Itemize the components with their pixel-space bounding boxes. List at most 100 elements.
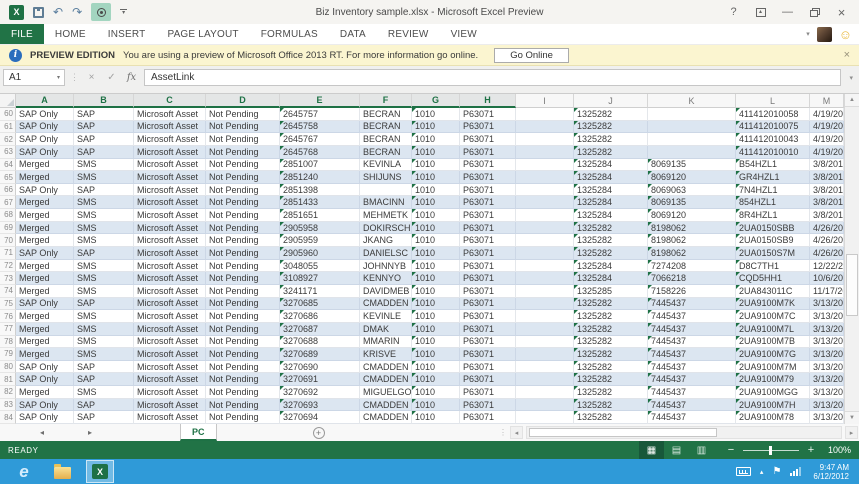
cell-E74[interactable]: 3241171 [280,285,360,298]
cell-F73[interactable]: KENNYO [360,272,412,285]
cell-A60[interactable]: SAP Only [16,108,74,121]
cell-K69[interactable]: 8198062 [648,222,736,235]
cell-M72[interactable]: 12/22/20 [810,260,844,273]
cell-F80[interactable]: CMADDEN [360,361,412,374]
cell-G74[interactable]: 1010 [412,285,460,298]
row-header-79[interactable]: 79 [0,348,16,361]
cell-M73[interactable]: 10/6/200 [810,272,844,285]
cell-M61[interactable]: 4/19/201 [810,121,844,134]
cell-E67[interactable]: 2851433 [280,196,360,209]
ribbon-display-options-icon[interactable]: ▴ [747,2,774,23]
cell-J66[interactable]: 1325284 [574,184,648,197]
cell-E63[interactable]: 2645768 [280,146,360,159]
cell-F70[interactable]: JKANG [360,234,412,247]
cell-D76[interactable]: Not Pending [206,310,280,323]
cell-I77[interactable] [516,323,574,336]
cell-J74[interactable]: 1325285 [574,285,648,298]
row-header-78[interactable]: 78 [0,336,16,349]
cell-J72[interactable]: 1325284 [574,260,648,273]
column-header-J[interactable]: J [574,94,648,108]
cell-M67[interactable]: 3/8/2010 [810,196,844,209]
cell-B66[interactable]: SAP [74,184,134,197]
cell-C67[interactable]: Microsoft Asset [134,196,206,209]
cell-I74[interactable] [516,285,574,298]
cell-C65[interactable]: Microsoft Asset [134,171,206,184]
cell-C80[interactable]: Microsoft Asset [134,361,206,374]
cell-E80[interactable]: 3270690 [280,361,360,374]
select-all-corner[interactable] [0,94,16,108]
cell-G78[interactable]: 1010 [412,336,460,349]
cell-I73[interactable] [516,272,574,285]
cell-C79[interactable]: Microsoft Asset [134,348,206,361]
cell-D83[interactable]: Not Pending [206,399,280,412]
cell-M79[interactable]: 3/13/200 [810,348,844,361]
column-header-C[interactable]: C [134,94,206,108]
cell-D65[interactable]: Not Pending [206,171,280,184]
cell-G65[interactable]: 1010 [412,171,460,184]
cell-K84[interactable]: 7445437 [648,411,736,424]
cell-H66[interactable]: P63071 [460,184,516,197]
close-icon[interactable]: × [828,2,855,23]
cell-H72[interactable]: P63071 [460,260,516,273]
scroll-right-icon[interactable]: ▸ [845,426,858,439]
cell-E71[interactable]: 2905960 [280,247,360,260]
excel-taskbar-icon[interactable]: X [86,460,114,483]
cell-M80[interactable]: 3/13/200 [810,361,844,374]
cell-C60[interactable]: Microsoft Asset [134,108,206,121]
cell-J61[interactable]: 1325282 [574,121,648,134]
cell-F75[interactable]: CMADDEN [360,298,412,311]
cancel-icon[interactable]: × [84,72,99,83]
cell-J81[interactable]: 1325282 [574,373,648,386]
previous-sheet-icon[interactable]: ◂ [40,424,44,441]
cell-B61[interactable]: SAP [74,121,134,134]
cell-D75[interactable]: Not Pending [206,298,280,311]
cell-H65[interactable]: P63071 [460,171,516,184]
cell-A79[interactable]: Merged [16,348,74,361]
cell-I62[interactable] [516,133,574,146]
enter-icon[interactable]: ✓ [104,72,119,83]
cell-L67[interactable]: 854HZL1 [736,196,810,209]
cell-C66[interactable]: Microsoft Asset [134,184,206,197]
tab-page-layout[interactable]: PAGE LAYOUT [156,24,249,44]
column-header-G[interactable]: G [412,94,460,108]
normal-view-icon[interactable]: ▦ [639,441,664,459]
row-header-81[interactable]: 81 [0,373,16,386]
cell-L61[interactable]: 411412010075 [736,121,810,134]
cell-C82[interactable]: Microsoft Asset [134,386,206,399]
cell-L83[interactable]: 2UA9100M7H [736,399,810,412]
cell-F78[interactable]: MMARIN [360,336,412,349]
cell-K62[interactable] [648,133,736,146]
cell-L69[interactable]: 2UA0150SBB [736,222,810,235]
cell-K60[interactable] [648,108,736,121]
cell-F60[interactable]: BECRAN [360,108,412,121]
cell-A83[interactable]: SAP Only [16,399,74,412]
cell-E68[interactable]: 2851651 [280,209,360,222]
tab-view[interactable]: VIEW [440,24,488,44]
cell-E69[interactable]: 2905958 [280,222,360,235]
show-hidden-icons-icon[interactable]: ▴ [760,468,764,476]
cell-L82[interactable]: 2UA9100MGG [736,386,810,399]
column-header-K[interactable]: K [648,94,736,108]
zoom-out-icon[interactable]: − [726,444,736,456]
cell-I68[interactable] [516,209,574,222]
cell-H76[interactable]: P63071 [460,310,516,323]
cell-K65[interactable]: 8069120 [648,171,736,184]
cell-L66[interactable]: 7N4HZL1 [736,184,810,197]
cell-D67[interactable]: Not Pending [206,196,280,209]
cell-K67[interactable]: 8069135 [648,196,736,209]
cell-L60[interactable]: 411412010058 [736,108,810,121]
cell-K80[interactable]: 7445437 [648,361,736,374]
network-signal-icon[interactable] [790,467,801,476]
horizontal-scrollbar-thumb[interactable] [529,428,717,437]
cell-D62[interactable]: Not Pending [206,133,280,146]
cell-A80[interactable]: SAP Only [16,361,74,374]
cell-I60[interactable] [516,108,574,121]
cell-J60[interactable]: 1325282 [574,108,648,121]
cell-E65[interactable]: 2851240 [280,171,360,184]
cell-H71[interactable]: P63071 [460,247,516,260]
cell-M84[interactable]: 3/13/200 [810,411,844,424]
cell-G77[interactable]: 1010 [412,323,460,336]
cell-D74[interactable]: Not Pending [206,285,280,298]
page-break-preview-icon[interactable]: ▥ [689,441,714,459]
cell-A81[interactable]: SAP Only [16,373,74,386]
